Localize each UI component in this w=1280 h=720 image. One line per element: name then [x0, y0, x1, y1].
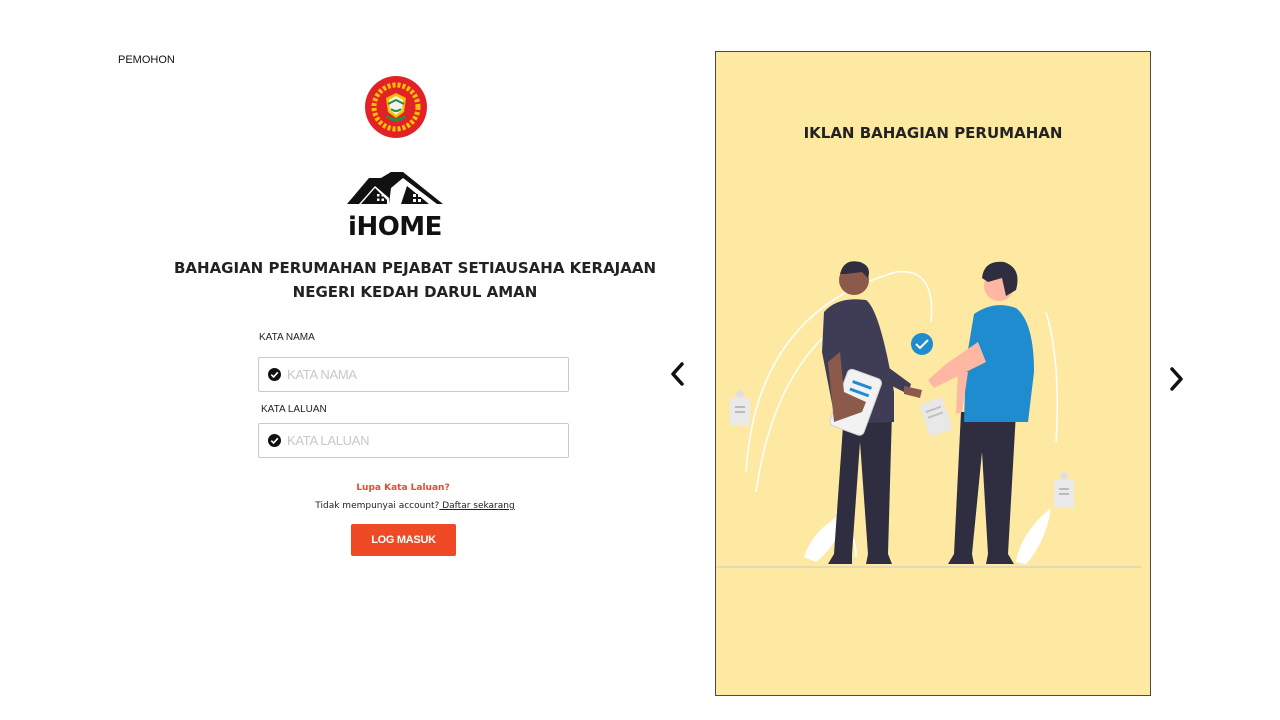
state-crest-icon	[365, 76, 427, 138]
handshake-illustration	[716, 261, 1141, 568]
agency-name-line2: NEGERI KEDAH DARUL AMAN	[292, 283, 538, 301]
logo-text: iHOME	[348, 212, 442, 242]
username-field-wrapper[interactable]	[258, 357, 569, 392]
agency-name-line1: BAHAGIAN PERUMAHAN PEJABAT SETIAUSAHA KE…	[173, 259, 657, 277]
forgot-password-link[interactable]: Lupa Kata Laluan?	[330, 483, 476, 493]
check-circle-icon	[268, 368, 281, 381]
ihome-logo: iHOME	[345, 168, 445, 241]
check-badge-icon	[911, 333, 933, 355]
chevron-left-icon[interactable]	[668, 360, 688, 388]
password-field-wrapper[interactable]	[258, 423, 569, 458]
role-label: PEMOHON	[118, 54, 175, 66]
username-label: KATA NAMA	[259, 332, 315, 343]
tag-icon	[730, 390, 750, 426]
login-button[interactable]: LOG MASUK	[351, 524, 456, 556]
password-input[interactable]	[287, 433, 537, 448]
register-link[interactable]: Daftar sekarang	[439, 501, 515, 511]
username-input[interactable]	[287, 367, 537, 382]
check-circle-icon	[268, 434, 281, 447]
slide-title: IKLAN BAHAGIAN PERUMAHAN	[803, 124, 1063, 142]
advert-slide: IKLAN BAHAGIAN PERUMAHAN	[715, 51, 1151, 696]
password-label: KATA LALUAN	[261, 404, 327, 415]
register-prompt: Tidak mempunyai account? Daftar sekarang	[250, 501, 580, 511]
tag-icon	[1054, 472, 1074, 508]
login-page: PEMOHON iHOME BAHAGIAN PERUMAHAN PEJABAT	[0, 0, 1280, 720]
chevron-right-icon[interactable]	[1166, 365, 1186, 393]
agency-name: BAHAGIAN PERUMAHAN PEJABAT SETIAUSAHA KE…	[170, 256, 660, 304]
house-roof-icon	[347, 172, 443, 204]
no-account-text: Tidak mempunyai account?	[315, 501, 440, 511]
